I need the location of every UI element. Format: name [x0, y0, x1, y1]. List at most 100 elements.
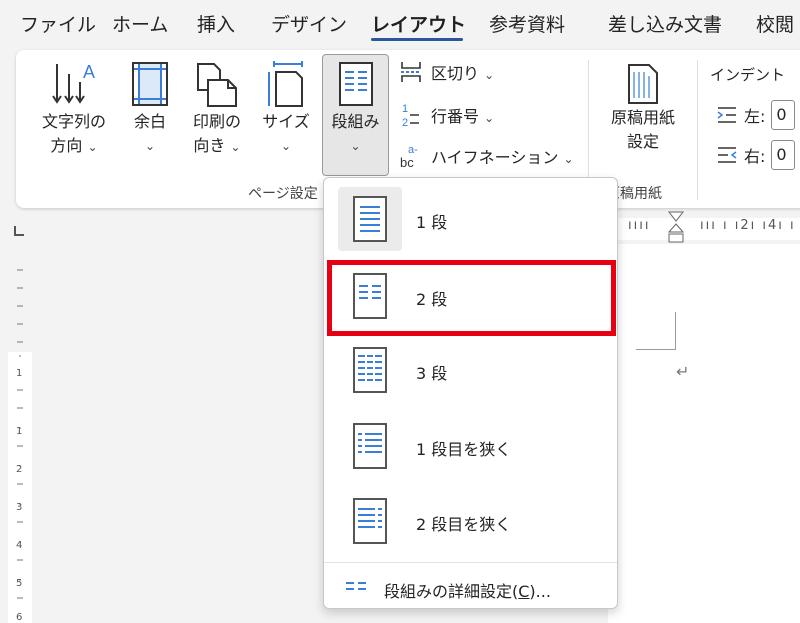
menu-item-right-narrow-icon-box [338, 489, 402, 553]
line-numbers-button[interactable]: 1 2 行番号 ⌄ [399, 101, 494, 129]
menu-item-right-narrow[interactable]: 2 段目を狭く [324, 485, 617, 559]
one-column-icon [353, 196, 387, 242]
tab-insert[interactable]: 挿入 [197, 10, 235, 37]
menu-item-three-columns-label: 3 段 [416, 364, 448, 383]
orientation-label-2: 向き [193, 136, 226, 155]
tab-layout[interactable]: レイアウト [371, 10, 466, 37]
page-corner-mark [636, 312, 676, 350]
menu-item-left-narrow-label: 1 段目を狭く [416, 440, 512, 459]
menu-item-right-narrow-label: 2 段目を狭く [416, 515, 512, 534]
tab-file[interactable]: ファイル [20, 10, 96, 37]
orientation-label-1: 印刷の [192, 112, 241, 131]
hyphenation-label: ハイフネーション [431, 148, 559, 167]
menu-item-one-column-icon-box [338, 187, 402, 251]
size-label: サイズ [262, 112, 310, 131]
chevron-down-icon: ⌄ [87, 140, 98, 154]
svg-text:1: 1 [16, 368, 22, 379]
svg-text:bc: bc [400, 155, 414, 170]
more-columns-icon [346, 582, 366, 590]
svg-text:1: 1 [402, 103, 408, 115]
tab-mailings[interactable]: 差し込み文書 [608, 10, 722, 37]
tab-home[interactable]: ホーム [112, 10, 168, 37]
svg-text:2: 2 [402, 117, 408, 129]
hyphenation-icon: a- bc [400, 144, 418, 170]
text-direction-button[interactable]: A 文字列の 方向 ⌄ [36, 60, 112, 159]
line-numbers-icon: 1 2 [402, 103, 419, 129]
three-columns-icon [353, 347, 387, 393]
ruler-ticks-left: ıııı [628, 218, 651, 233]
menu-item-more-columns[interactable]: 段組みの詳細設定(C)... [324, 570, 617, 606]
chevron-down-icon: ⌄ [230, 140, 241, 154]
columns-label: 段組み [331, 112, 380, 131]
line-numbers-label: 行番号 [431, 107, 480, 126]
columns-dropdown-menu: 1 段 2 段 3 段 1 段目を狭く 2 段目を狭く 段組みの詳細設定(C).… [323, 177, 618, 609]
svg-text:1: 1 [16, 426, 22, 437]
menu-item-left-narrow-icon-box [338, 414, 402, 478]
highlight-annotation [327, 260, 616, 336]
menu-item-one-column-label: 1 段 [416, 213, 448, 232]
manuscript-icon [628, 64, 658, 104]
chevron-down-icon: ⌄ [484, 111, 495, 125]
indent-left-input[interactable]: 0 [771, 100, 796, 130]
orientation-button[interactable]: 印刷の 向き ⌄ [186, 60, 248, 159]
menu-divider [324, 562, 617, 563]
svg-text:5: 5 [16, 578, 22, 589]
size-button[interactable]: サイズ ⌄ [258, 60, 314, 158]
chevron-down-icon: ⌄ [563, 152, 574, 166]
indent-left-row: 左: 0 [716, 100, 796, 130]
text-direction-label-1: 文字列の [41, 112, 106, 131]
indent-right-row: 右: 0 [716, 140, 796, 170]
breaks-label: 区切り [431, 64, 480, 83]
tab-review[interactable]: 校閲 [756, 10, 794, 37]
menu-item-one-column[interactable]: 1 段 [324, 183, 617, 257]
active-tab-indicator [371, 38, 463, 41]
indent-left-label: 左: [744, 107, 766, 126]
menu-item-left-narrow[interactable]: 1 段目を狭く [324, 410, 617, 484]
breaks-icon [401, 62, 421, 82]
size-icon [268, 61, 303, 107]
ruler-ticks-right: ııı ı ı2ı ı4ı ı [700, 218, 796, 233]
svg-text:2: 2 [16, 464, 22, 475]
manuscript-settings-button[interactable]: 原稿用紙 設定 [598, 62, 688, 154]
indent-marker-icon[interactable] [666, 210, 686, 246]
manuscript-label-1: 原稿用紙 [610, 108, 675, 127]
right-narrow-icon [353, 498, 387, 544]
columns-button-content[interactable]: 段組み ⌄ [322, 60, 389, 158]
margins-label: 余白 [133, 112, 166, 131]
indent-right-icon [718, 147, 737, 163]
indent-left-icon [717, 107, 736, 123]
margins-button[interactable]: 余白 ⌄ [124, 60, 176, 158]
tab-references[interactable]: 参考資料 [489, 10, 565, 37]
text-direction-icon: A [52, 62, 95, 104]
chevron-down-icon: ⌄ [350, 139, 361, 153]
svg-text:6: 6 [16, 612, 22, 623]
text-direction-label-2: 方向 [50, 136, 83, 155]
left-narrow-icon [353, 423, 387, 469]
manuscript-label-2: 設定 [626, 132, 659, 151]
document-page[interactable] [608, 244, 800, 623]
indent-right-label: 右: [744, 147, 766, 166]
hyphenation-button[interactable]: a- bc ハイフネーション ⌄ [399, 142, 574, 170]
tab-selector-icon[interactable] [12, 224, 26, 238]
more-columns-accesskey: C [518, 582, 530, 601]
chevron-down-icon: ⌄ [484, 68, 495, 82]
more-columns-label-pre: 段組みの詳細設定( [384, 582, 519, 601]
tab-design[interactable]: デザイン [271, 10, 347, 37]
svg-text:4: 4 [16, 540, 22, 551]
vertical-ruler[interactable]: 1 1 2 3 4 5 6 [8, 248, 32, 623]
svg-text:A: A [83, 62, 95, 82]
ribbon-tabs: ファイル ホーム 挿入 デザイン レイアウト 参考資料 差し込み文書 校閲 [0, 0, 800, 48]
indent-right-input[interactable]: 0 [771, 140, 796, 170]
orientation-icon [197, 63, 237, 107]
page-setup-group-label: ページ設定 [248, 186, 318, 202]
breaks-button[interactable]: 区切り ⌄ [399, 60, 494, 84]
menu-item-three-columns[interactable]: 3 段 [324, 334, 617, 408]
more-columns-label-post: )... [529, 582, 551, 601]
paragraph-mark: ↵ [676, 362, 690, 381]
chevron-down-icon: ⌄ [280, 139, 292, 153]
svg-text:3: 3 [16, 502, 22, 513]
menu-item-three-columns-icon-box [338, 338, 402, 402]
indent-title: インデント [710, 66, 786, 84]
margins-icon [132, 62, 168, 106]
chevron-down-icon: ⌄ [144, 139, 156, 153]
